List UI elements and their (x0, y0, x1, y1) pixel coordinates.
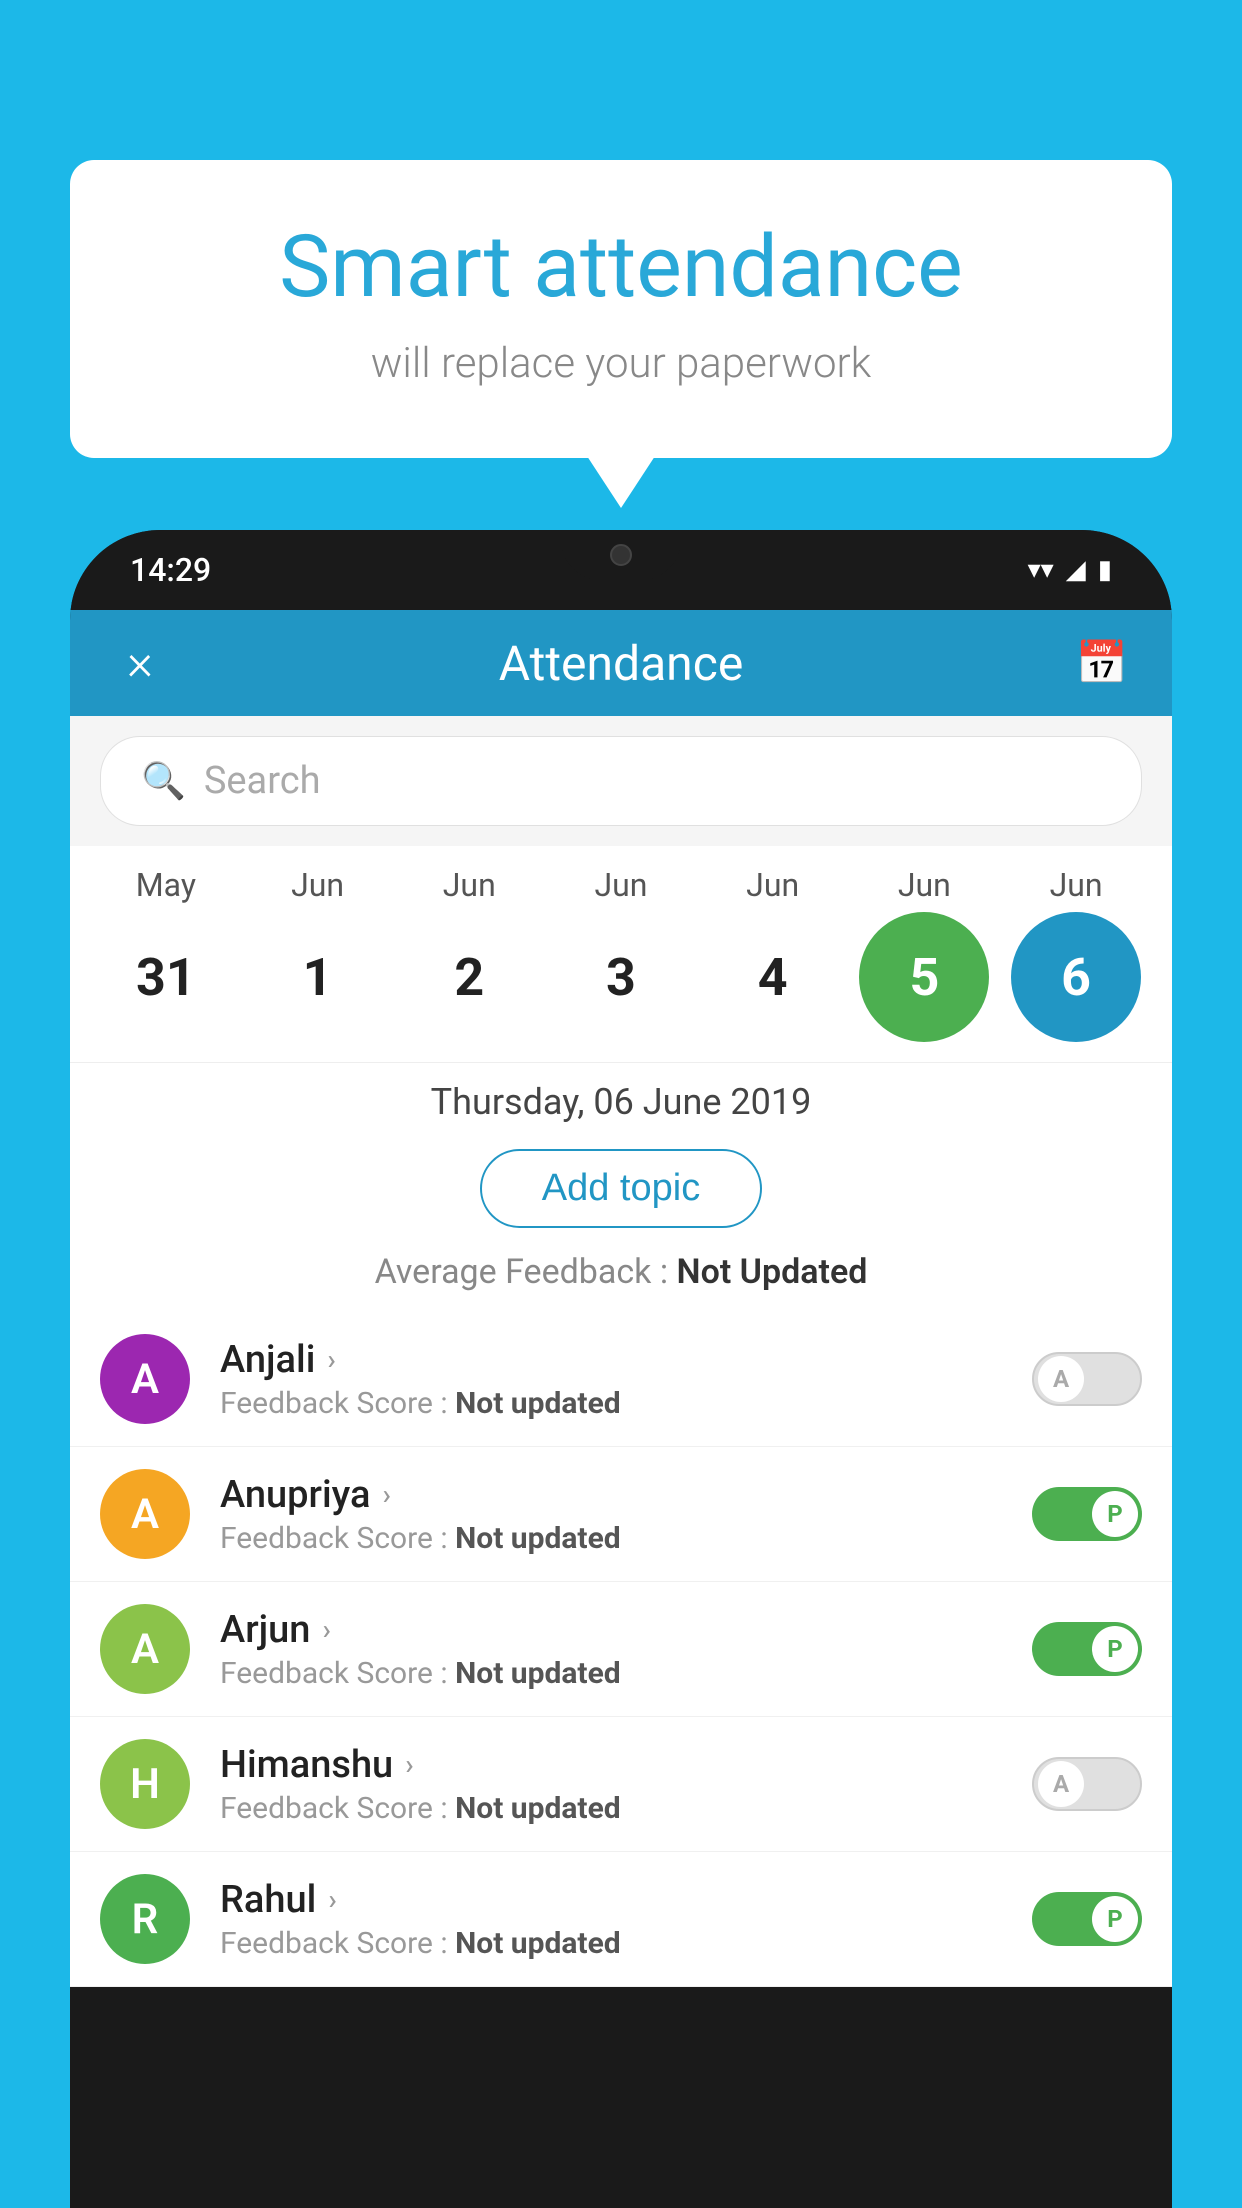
speech-bubble-container: Smart attendance will replace your paper… (70, 160, 1172, 458)
student-avatar-1: A (100, 1469, 190, 1559)
battery-icon: ▮ (1098, 555, 1112, 585)
add-topic-container: Add topic (70, 1133, 1172, 1244)
student-item-0: A Anjali › Feedback Score : Not updated … (70, 1312, 1172, 1447)
student-name-0[interactable]: Anjali › (220, 1338, 1032, 1382)
student-feedback-1: Feedback Score : Not updated (220, 1521, 1032, 1556)
student-feedback-4: Feedback Score : Not updated (220, 1926, 1032, 1961)
toggle-container-3[interactable]: A (1032, 1757, 1142, 1811)
camera (610, 544, 632, 566)
toggle-thumb-3: A (1038, 1761, 1084, 1807)
chevron-icon-4: › (328, 1883, 336, 1916)
month-1: Jun (253, 866, 383, 904)
speech-bubble: Smart attendance will replace your paper… (70, 160, 1172, 458)
add-topic-button[interactable]: Add topic (480, 1149, 762, 1228)
status-bar: 14:29 ▾▾ ◢ ▮ (70, 530, 1172, 610)
month-2: Jun (404, 866, 534, 904)
student-item-4: R Rahul › Feedback Score : Not updated P (70, 1852, 1172, 1987)
student-name-2[interactable]: Arjun › (220, 1608, 1032, 1652)
feedback-summary: Average Feedback : Not Updated (70, 1244, 1172, 1312)
date-3[interactable]: 3 (556, 912, 686, 1042)
calendar-months: May Jun Jun Jun Jun Jun Jun (90, 866, 1152, 904)
student-avatar-4: R (100, 1874, 190, 1964)
student-info-3: Himanshu › Feedback Score : Not updated (220, 1743, 1032, 1826)
student-avatar-3: H (100, 1739, 190, 1829)
student-avatar-2: A (100, 1604, 190, 1694)
attendance-toggle-4[interactable]: P (1032, 1892, 1142, 1946)
student-item-1: A Anupriya › Feedback Score : Not update… (70, 1447, 1172, 1582)
search-container: 🔍 Search (70, 716, 1172, 846)
student-item-2: A Arjun › Feedback Score : Not updated P (70, 1582, 1172, 1717)
calendar-dates: 31 1 2 3 4 5 6 (90, 912, 1152, 1042)
student-info-4: Rahul › Feedback Score : Not updated (220, 1878, 1032, 1961)
student-item-3: H Himanshu › Feedback Score : Not update… (70, 1717, 1172, 1852)
toggle-thumb-0: A (1038, 1356, 1084, 1402)
header-title: Attendance (499, 635, 744, 692)
toggle-container-2[interactable]: P (1032, 1622, 1142, 1676)
toggle-thumb-2: P (1092, 1626, 1138, 1672)
bubble-title: Smart attendance (150, 220, 1092, 315)
status-icons: ▾▾ ◢ ▮ (1028, 555, 1112, 585)
month-3: Jun (556, 866, 686, 904)
bubble-subtitle: will replace your paperwork (150, 339, 1092, 388)
date-5-today[interactable]: 5 (859, 912, 989, 1042)
date-6-selected[interactable]: 6 (1011, 912, 1141, 1042)
month-4: Jun (708, 866, 838, 904)
student-feedback-2: Feedback Score : Not updated (220, 1656, 1032, 1691)
chevron-icon-2: › (322, 1613, 330, 1646)
student-name-1[interactable]: Anupriya › (220, 1473, 1032, 1517)
month-0: May (101, 866, 231, 904)
wifi-icon: ▾▾ (1028, 555, 1054, 585)
date-1[interactable]: 1 (253, 912, 383, 1042)
student-avatar-0: A (100, 1334, 190, 1424)
toggle-container-4[interactable]: P (1032, 1892, 1142, 1946)
student-name-3[interactable]: Himanshu › (220, 1743, 1032, 1787)
student-feedback-0: Feedback Score : Not updated (220, 1386, 1032, 1421)
month-5: Jun (859, 866, 989, 904)
student-name-4[interactable]: Rahul › (220, 1878, 1032, 1922)
toggle-container-1[interactable]: P (1032, 1487, 1142, 1541)
feedback-value: Not Updated (677, 1252, 868, 1292)
date-0[interactable]: 31 (101, 912, 231, 1042)
attendance-toggle-0[interactable]: A (1032, 1352, 1142, 1406)
date-2[interactable]: 2 (404, 912, 534, 1042)
toggle-container-0[interactable]: A (1032, 1352, 1142, 1406)
signal-icon: ◢ (1066, 555, 1086, 585)
search-placeholder: Search (204, 759, 321, 803)
attendance-toggle-2[interactable]: P (1032, 1622, 1142, 1676)
student-list: A Anjali › Feedback Score : Not updated … (70, 1312, 1172, 1987)
toggle-thumb-1: P (1092, 1491, 1138, 1537)
search-icon: 🔍 (141, 760, 186, 802)
chevron-icon-0: › (327, 1343, 335, 1376)
calendar-strip: May Jun Jun Jun Jun Jun Jun 31 1 2 3 4 5… (70, 846, 1172, 1052)
attendance-toggle-1[interactable]: P (1032, 1487, 1142, 1541)
phone-frame: 14:29 ▾▾ ◢ ▮ × Attendance 📅 🔍 Search May (70, 530, 1172, 2208)
chevron-icon-1: › (382, 1478, 390, 1511)
selected-date-label: Thursday, 06 June 2019 (70, 1062, 1172, 1133)
calendar-icon[interactable]: 📅 (1072, 639, 1132, 688)
student-info-2: Arjun › Feedback Score : Not updated (220, 1608, 1032, 1691)
app-header: × Attendance 📅 (70, 610, 1172, 716)
attendance-toggle-3[interactable]: A (1032, 1757, 1142, 1811)
search-bar[interactable]: 🔍 Search (100, 736, 1142, 826)
phone-content: 🔍 Search May Jun Jun Jun Jun Jun Jun 31 … (70, 716, 1172, 1987)
feedback-label: Average Feedback : (375, 1252, 677, 1292)
student-feedback-3: Feedback Score : Not updated (220, 1791, 1032, 1826)
chevron-icon-3: › (405, 1748, 413, 1781)
status-time: 14:29 (130, 551, 211, 589)
toggle-thumb-4: P (1092, 1896, 1138, 1942)
month-6: Jun (1011, 866, 1141, 904)
notch (561, 530, 681, 580)
student-info-0: Anjali › Feedback Score : Not updated (220, 1338, 1032, 1421)
close-button[interactable]: × (110, 634, 170, 692)
student-info-1: Anupriya › Feedback Score : Not updated (220, 1473, 1032, 1556)
date-4[interactable]: 4 (708, 912, 838, 1042)
